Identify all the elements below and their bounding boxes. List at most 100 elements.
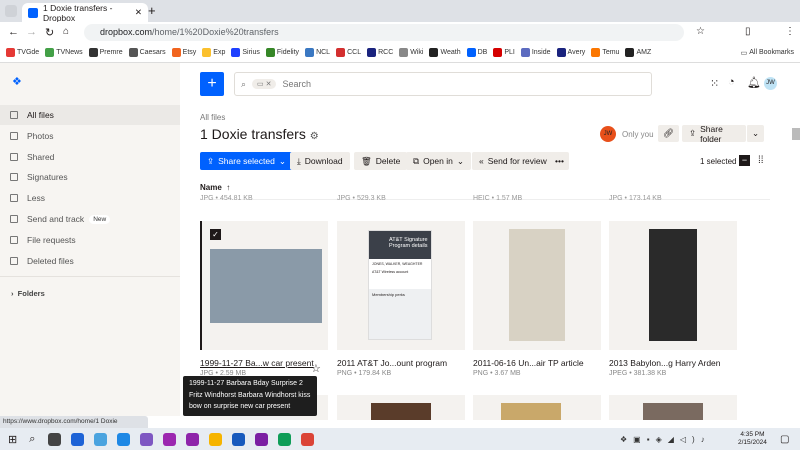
- bookmark-item[interactable]: Avery: [556, 48, 585, 57]
- selected-checkbox[interactable]: ✓: [210, 229, 221, 240]
- sort-by-name[interactable]: Name ↑: [200, 183, 230, 192]
- bookmark-item[interactable]: Etsy: [171, 48, 196, 57]
- system-tray-icons[interactable]: ❖▣▪◈◢◁)♪: [620, 435, 711, 444]
- notifications-bell-icon[interactable]: 🔔︎: [747, 76, 761, 89]
- taskbar-app-icon[interactable]: [48, 432, 62, 446]
- bookmark-item[interactable]: Inside: [520, 48, 551, 57]
- bookmark-item[interactable]: Wiki: [399, 48, 423, 57]
- share-selected-button[interactable]: ⇪ Share selected ⌄: [200, 152, 293, 170]
- folders-toggle[interactable]: › Folders: [11, 289, 45, 298]
- more-actions-button[interactable]: •••: [550, 152, 569, 170]
- bookmark-label: Temu: [602, 49, 620, 56]
- open-in-label: Open in: [423, 156, 453, 166]
- bookmark-item[interactable]: NCL: [305, 48, 330, 57]
- all-bookmarks[interactable]: ▭ All Bookmarks: [741, 49, 794, 57]
- open-in-button[interactable]: ⧉ Open in ⌄: [406, 152, 471, 170]
- sidebar-item-send-and-track[interactable]: Send and track New: [0, 209, 180, 229]
- taskbar-app-icon[interactable]: [163, 432, 177, 446]
- sidebar-item-shared[interactable]: Shared: [0, 147, 180, 167]
- account-avatar[interactable]: JW: [764, 77, 777, 90]
- share-folder-dropdown[interactable]: ⌄: [746, 125, 765, 142]
- share-folder-button[interactable]: ⇪ Share folder: [682, 124, 746, 144]
- url-input[interactable]: dropbox.com/home/1%20Doxie%20transfers: [84, 24, 684, 41]
- breadcrumb[interactable]: All files: [200, 113, 225, 122]
- notifications-icon[interactable]: ▢: [780, 434, 789, 445]
- bookmark-item[interactable]: Exp: [202, 48, 225, 57]
- search-icon[interactable]: ⌕: [29, 433, 35, 446]
- side-panel-icon[interactable]: ▯: [745, 26, 751, 37]
- taskbar-app-icon[interactable]: [209, 432, 223, 446]
- bookmark-item[interactable]: AMZ: [625, 48, 651, 57]
- bookmark-item[interactable]: Sirius: [231, 48, 260, 57]
- bookmark-item[interactable]: RCC: [367, 48, 393, 57]
- file-card-thumbnail[interactable]: [609, 221, 737, 350]
- copy-link-button[interactable]: 🔗︎: [658, 125, 679, 142]
- file-card-thumbnail[interactable]: [473, 221, 601, 350]
- sidebar-item-photos[interactable]: Photos: [0, 126, 180, 146]
- taskbar-app-icon[interactable]: [140, 432, 154, 446]
- browser-tab[interactable]: 1 Doxie transfers - Dropbox ✕: [22, 3, 148, 23]
- close-tab-icon[interactable]: ✕: [135, 7, 142, 18]
- page-title: 1 Doxie transfers: [200, 126, 306, 142]
- file-card-thumbnail[interactable]: ✓: [200, 221, 328, 350]
- bookmark-item[interactable]: Caesars: [128, 48, 166, 57]
- scrollbar-thumb[interactable]: [792, 128, 800, 140]
- taskbar-app-icon[interactable]: [255, 432, 269, 446]
- taskbar-app-icon[interactable]: [94, 432, 108, 446]
- reload-icon[interactable]: ↻: [45, 26, 54, 39]
- taskbar-app-icon[interactable]: [117, 432, 131, 446]
- bookmark-item[interactable]: Weath: [429, 48, 461, 57]
- bookmark-item[interactable]: Fidelity: [265, 48, 299, 57]
- download-button[interactable]: ⤓ Download: [290, 152, 350, 170]
- clock[interactable]: 4:35 PM 2/15/2024: [738, 431, 767, 447]
- taskbar-app-icon[interactable]: [278, 432, 292, 446]
- grid-view-icon[interactable]: ⁞⁞: [758, 155, 764, 166]
- bookmark-item[interactable]: Temu: [591, 48, 619, 57]
- forward-icon[interactable]: →: [26, 26, 37, 38]
- file-card-thumbnail[interactable]: [473, 395, 601, 420]
- bookmark-item[interactable]: TVGde: [6, 48, 39, 57]
- sidebar-item-less[interactable]: Less: [0, 188, 180, 208]
- file-name-link[interactable]: 2011 AT&T Jo...ount program: [337, 358, 447, 368]
- file-name-link[interactable]: 2013 Babylon...g Harry Arden: [609, 358, 721, 368]
- file-card-thumbnail[interactable]: [609, 395, 737, 420]
- dropbox-logo-icon[interactable]: ❖: [12, 77, 24, 88]
- bookmark-item[interactable]: TVNews: [45, 48, 83, 57]
- help-icon[interactable]: ◔: [728, 76, 735, 88]
- tab-search-button[interactable]: [5, 5, 17, 17]
- sidebar-item-deleted-files[interactable]: Deleted files: [0, 251, 180, 271]
- bookmark-item[interactable]: PLI: [493, 48, 515, 57]
- windows-start-icon[interactable]: ⊞: [8, 433, 17, 446]
- taskbar-app-icon[interactable]: [186, 432, 200, 446]
- back-icon[interactable]: ←: [8, 26, 19, 38]
- menu-icon[interactable]: ⋮: [785, 26, 795, 37]
- file-card-thumbnail[interactable]: [337, 395, 465, 420]
- settings-gear-icon[interactable]: ⚙: [310, 131, 319, 142]
- deselect-checkbox[interactable]: −: [739, 155, 750, 166]
- delete-button[interactable]: 🗑︎ Delete: [354, 152, 408, 170]
- file-name-link[interactable]: 2011-06-16 Un...air TP article: [473, 358, 584, 368]
- bookmark-star-icon[interactable]: ☆: [696, 26, 705, 37]
- file-name-link[interactable]: 1999-11-27 Ba...w car present: [200, 358, 314, 368]
- taskbar-app-icon[interactable]: [301, 432, 315, 446]
- sidebar-item-icon: [10, 111, 18, 119]
- sidebar-item-icon: [10, 235, 18, 244]
- bookmark-favicon-icon: [202, 48, 212, 57]
- bookmark-item[interactable]: Premre: [88, 48, 123, 57]
- home-icon[interactable]: ⌂: [63, 26, 69, 37]
- apps-grid-icon[interactable]: ⁙: [710, 77, 719, 90]
- create-button[interactable]: +: [200, 72, 224, 96]
- send-for-review-button[interactable]: «Send for review: [472, 152, 554, 170]
- sidebar-item-file-requests[interactable]: File requests: [0, 230, 180, 250]
- bookmark-item[interactable]: CCL: [336, 48, 361, 57]
- taskbar-app-icon[interactable]: [232, 432, 246, 446]
- star-icon[interactable]: ☆: [311, 362, 321, 375]
- new-tab-button[interactable]: +: [148, 3, 156, 18]
- search-input[interactable]: ⌕ ▭ ✕ Search: [234, 72, 652, 96]
- sidebar-item-signatures[interactable]: Signatures: [0, 167, 180, 187]
- browser-tab-bar: 1 Doxie transfers - Dropbox ✕ +: [0, 0, 800, 23]
- bookmark-item[interactable]: DB: [466, 48, 487, 57]
- folder-filter-chip[interactable]: ▭ ✕: [252, 79, 277, 89]
- sidebar-item-all-files[interactable]: All files: [0, 105, 180, 125]
- taskbar-app-icon[interactable]: [71, 432, 85, 446]
